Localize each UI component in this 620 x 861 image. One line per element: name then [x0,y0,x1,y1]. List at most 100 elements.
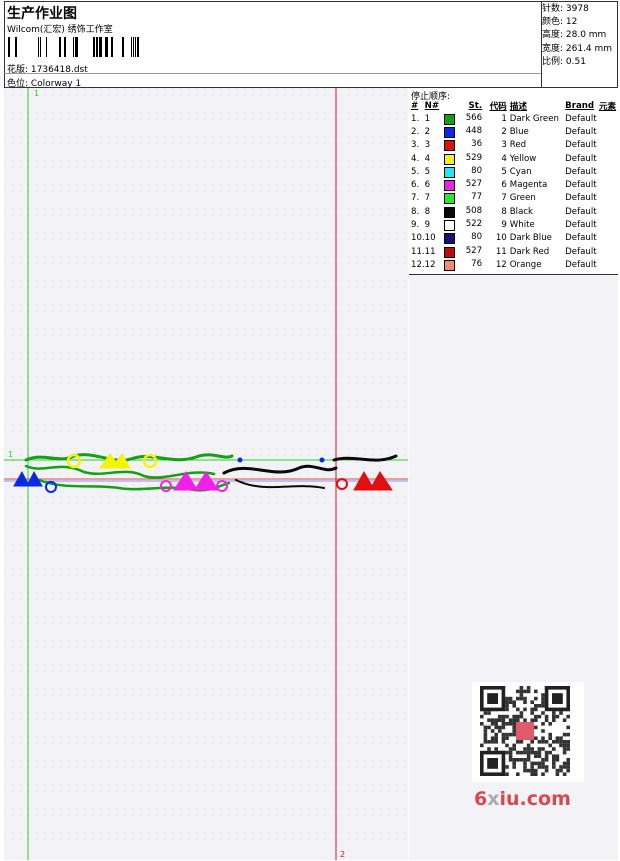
row-index: 2. [411,126,420,137]
color-swatch [444,113,456,125]
row-code: 2 [501,126,507,137]
guide-marker-2: 2 [340,850,345,859]
row-desc: Dark Green [509,113,559,124]
row-stitches: 80 [444,165,482,178]
row-index: 11. [411,246,425,257]
table-row: 5. 5 80 5 Cyan Default [409,165,618,178]
table-row: 12. 12 76 12 Orange Default [409,258,618,271]
row-index: 7. [411,193,420,204]
table-row: 7. 7 77 7 Green Default [409,192,618,205]
row-element [599,205,618,218]
row-brand: Default [565,233,597,244]
row-index: 1. [411,113,420,124]
stat-colors: 颜色: 12 [542,17,578,28]
color-swatch [444,153,456,165]
color-swatch [444,206,456,218]
table-row: 1. 1 566 1 Dark Green Default [409,112,618,125]
row-code: 6 [501,180,507,191]
row-desc: Cyan [509,166,532,177]
stats-list: 针数: 3978 颜色: 12 高度: 28.0 mm 宽度: 261.4 mm… [542,3,612,69]
row-code: 3 [501,140,507,151]
col-index: # [411,101,419,111]
color-swatch [444,233,456,245]
row-n: 2 [424,126,431,137]
row-element [599,245,618,258]
row-index: 4. [411,153,420,164]
table-row: 11. 11 527 11 Dark Red Default [409,245,618,258]
table-row: 6. 6 527 6 Magenta Default [409,178,618,192]
col-brand: Brand [565,101,595,111]
row-brand: Default [565,259,597,270]
row-index: 8. [411,206,420,217]
row-code: 4 [501,153,507,164]
row-stitches: 566 [444,112,482,125]
row-element [599,152,618,165]
row-stitches: 36 [444,139,482,152]
table-row: 8. 8 508 8 Black Default [409,205,618,218]
row-brand: Default [565,193,597,204]
row-code: 7 [501,193,507,204]
production-sheet: 生产作业图 Wilcom(汇宏) 绣饰工作室 花版: 1736418.dst 色… [0,0,620,861]
row-element [599,139,618,152]
row-code: 11 [495,246,507,257]
row-n: 4 [424,153,431,164]
row-element [599,258,618,271]
row-stitches: 522 [444,218,482,232]
design-canvas[interactable]: 1 2 1 [4,88,408,860]
design-file: 花版: 1736418.dst [7,65,88,75]
row-brand: Default [565,220,597,231]
stat-stitches: 针数: 3978 [542,4,589,14]
row-desc: Black [509,206,534,217]
color-swatch [444,126,456,138]
row-index: 5. [411,166,420,177]
row-stitches: 80 [444,232,482,245]
row-brand: Default [565,166,597,177]
table-row: 9. 9 522 9 White Default [409,218,618,232]
row-index: 9. [411,220,420,231]
row-n: 11 [424,246,436,257]
row-n: 3 [424,140,431,151]
row-n: 9 [424,220,431,231]
row-index: 6. [411,180,420,191]
row-stitches: 77 [444,192,482,205]
qr-code [472,682,584,782]
row-stitches: 527 [444,245,482,258]
col-code: 代码 [489,102,507,112]
col-element: 元素 [598,102,617,112]
row-brand: Default [565,153,597,164]
row-n: 10 [424,233,436,244]
row-desc: Blue [509,126,529,137]
row-element [599,232,618,245]
guide-marker-h1: 1 [8,450,13,459]
col-stitches: St. [468,101,483,111]
row-n: 5 [424,166,431,177]
row-n: 8 [424,206,431,217]
row-brand: Default [565,140,597,151]
row-stitches: 508 [444,205,482,218]
row-element [599,165,618,178]
col-desc: 描述 [509,102,527,112]
stop-sequence-panel: 停止顺序: # N# St. 代码 描述 Brand 元素 1. 1 566 1 Dar… [409,88,618,275]
table-row: 3. 3 36 3 Red Default [409,139,618,152]
row-n: 1 [424,113,431,124]
table-row: 10. 10 80 10 Dark Blue Default [409,232,618,245]
color-swatch [444,220,456,232]
row-code: 5 [501,166,507,177]
guide-marker-1: 1 [34,89,39,98]
stat-scale: 比例: 0.51 [542,56,586,67]
stat-width: 宽度: 261.4 mm [542,43,613,54]
row-element [599,112,618,125]
row-code: 8 [501,206,507,217]
row-n: 6 [424,180,431,191]
row-index: 12. [411,259,425,270]
color-swatch [444,180,456,192]
color-swatch [444,259,456,271]
row-element [599,218,618,231]
design-preview: 1 2 1 [4,88,408,860]
row-index: 10. [411,233,425,244]
watermark-logo: 6xiu.com [474,788,571,810]
table-row: 4. 4 529 4 Yellow Default [409,152,618,165]
row-desc: Green [509,193,536,204]
row-brand: Default [565,206,597,217]
row-brand: Default [565,180,597,191]
